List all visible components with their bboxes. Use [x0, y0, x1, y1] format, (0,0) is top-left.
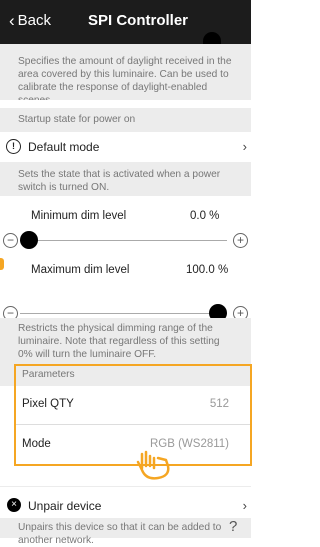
slider-thumb-partial[interactable] — [203, 32, 221, 44]
help-icon[interactable]: ? — [229, 518, 237, 535]
min-dim-thumb[interactable] — [20, 231, 38, 249]
max-dim-value: 100.0 % — [186, 264, 229, 276]
dim-description: Restricts the physical dimming range of … — [0, 318, 251, 364]
max-dim-label: Maximum dim level — [31, 264, 130, 276]
daylight-description: Specifies the amount of daylight receive… — [0, 44, 251, 106]
info-icon: ! — [6, 139, 21, 154]
pointing-hand-icon — [136, 450, 170, 480]
min-dim-label: Minimum dim level — [31, 210, 127, 222]
startup-state-value: Default mode — [28, 140, 100, 154]
spacer — [0, 100, 251, 108]
app-header: ‹ Back SPI Controller — [0, 0, 251, 44]
unpair-label: Unpair device — [28, 499, 102, 513]
edge-indicator — [0, 258, 4, 270]
divider — [0, 486, 251, 487]
startup-state-row[interactable]: ! Default mode › — [0, 132, 251, 162]
chevron-right-icon: › — [242, 139, 247, 154]
unpair-description: Unpairs this device so that it can be ad… — [0, 518, 251, 546]
max-dim-slider-row: Maximum dim level 100.0 % − + — [0, 254, 251, 322]
page-title: SPI Controller — [88, 12, 189, 29]
minus-icon[interactable]: − — [3, 233, 18, 248]
plus-icon[interactable]: + — [233, 233, 248, 248]
startup-section-label: Startup state for power on — [18, 114, 136, 125]
min-dim-track[interactable] — [20, 240, 227, 241]
min-dim-value: 0.0 % — [190, 210, 220, 222]
chevron-left-icon: ‹ — [9, 10, 15, 30]
startup-description: Sets the state that is activated when a … — [0, 162, 251, 196]
unpair-row[interactable]: × Unpair device › — [0, 492, 251, 518]
spacer — [0, 466, 251, 486]
min-dim-slider-row: Minimum dim level 0.0 % − + — [0, 196, 251, 254]
back-label: Back — [17, 12, 52, 29]
back-button[interactable]: ‹ Back — [9, 10, 52, 30]
max-dim-track[interactable] — [20, 313, 227, 314]
chevron-right-icon: › — [242, 498, 247, 513]
close-icon: × — [7, 498, 21, 512]
startup-section-header: Startup state for power on — [0, 108, 251, 132]
